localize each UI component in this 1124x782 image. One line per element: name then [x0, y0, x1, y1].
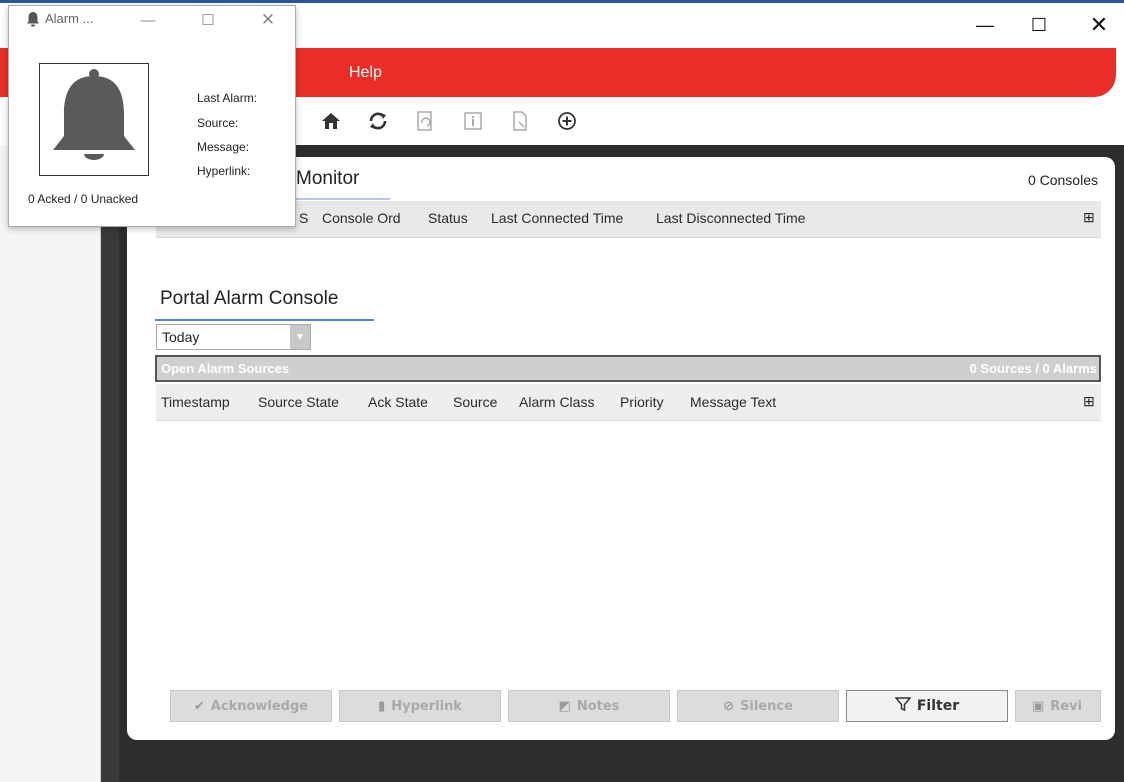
popup-minimize-button[interactable]: — — [133, 9, 163, 31]
acknowledge-button[interactable]: ✔ Acknowledge — [170, 690, 332, 722]
silence-label: Silence — [740, 698, 793, 714]
popup-title: Alarm ... — [45, 11, 94, 26]
refresh-icon[interactable] — [365, 108, 391, 134]
maximize-button[interactable]: ☐ — [1016, 3, 1062, 47]
refresh-doc-icon[interactable] — [412, 108, 438, 134]
column-header[interactable]: Timestamp — [161, 394, 230, 410]
period-select-value: Today — [162, 329, 200, 345]
menu-item-help[interactable]: Help — [349, 48, 382, 97]
column-header[interactable]: S — [299, 210, 308, 226]
hyperlink-icon: ▮ — [378, 698, 386, 714]
acknowledge-icon: ✔ — [193, 698, 205, 714]
popup-maximize-button[interactable]: ☐ — [193, 9, 223, 31]
message-label: Message: — [197, 140, 250, 154]
source-label: Source: — [197, 116, 239, 130]
console-count: 0 Consoles — [1027, 172, 1098, 188]
acknowledge-label: Acknowledge — [210, 698, 309, 714]
filter-icon — [894, 696, 912, 716]
column-header[interactable]: Priority — [620, 394, 664, 410]
hyperlink-label: Hyperlink — [391, 698, 462, 714]
add-circle-icon[interactable] — [554, 108, 580, 134]
document-icon[interactable] — [507, 108, 533, 134]
content-panel — [127, 157, 1115, 740]
open-alarm-sources-label: Open Alarm Sources — [161, 361, 290, 376]
monitor-title: Monitor — [296, 168, 360, 189]
review-icon: ▣ — [1032, 698, 1045, 714]
column-header[interactable]: Last Connected Time — [491, 210, 623, 226]
ack-status: 0 Acked / 0 Unacked — [28, 192, 139, 206]
hyperlink-button[interactable]: ▮ Hyperlink — [339, 690, 501, 722]
table-options-icon[interactable]: ⊞ — [1083, 393, 1095, 410]
column-header[interactable]: Status — [428, 210, 468, 226]
column-header[interactable]: Ack State — [368, 394, 428, 410]
console-title: Portal Alarm Console — [160, 288, 339, 309]
review-button[interactable]: ▣ Revi — [1015, 690, 1101, 722]
info-icon[interactable] — [460, 108, 486, 134]
filter-label: Filter — [916, 698, 960, 714]
hyperlink-field-label: Hyperlink: — [197, 164, 251, 178]
column-header[interactable]: Source — [453, 394, 497, 410]
last-alarm-label: Last Alarm: — [197, 91, 258, 105]
review-label: Revi — [1050, 698, 1083, 714]
navigation-pane[interactable] — [0, 145, 101, 782]
alarm-bell-frame — [39, 63, 149, 176]
notes-button[interactable]: ◩ Notes — [508, 690, 670, 722]
silence-icon: ⊘ — [723, 698, 735, 714]
chevron-down-icon[interactable]: ▼ — [290, 325, 310, 349]
minimize-button[interactable]: — — [962, 3, 1008, 47]
close-button[interactable]: ✕ — [1076, 3, 1122, 47]
table-options-icon[interactable]: ⊞ — [1083, 209, 1095, 226]
column-header[interactable]: Console Ord — [322, 210, 401, 226]
column-header[interactable]: Source State — [258, 394, 339, 410]
monitor-table-header — [156, 201, 1101, 238]
notes-icon: ◩ — [558, 698, 571, 714]
silence-button[interactable]: ⊘ Silence — [677, 690, 839, 722]
filter-button[interactable]: Filter — [846, 690, 1008, 722]
home-icon[interactable] — [318, 108, 344, 134]
bell-icon — [53, 69, 135, 160]
popup-close-button[interactable]: ✕ — [253, 9, 283, 31]
bell-icon — [26, 11, 40, 27]
navigation-divider[interactable] — [101, 145, 119, 782]
column-header[interactable]: Alarm Class — [519, 394, 594, 410]
sources-count: 0 Sources / 0 Alarms — [969, 361, 1097, 376]
column-header[interactable]: Message Text — [690, 394, 776, 410]
column-header[interactable]: Last Disconnected Time — [656, 210, 805, 226]
notes-label: Notes — [576, 698, 620, 714]
